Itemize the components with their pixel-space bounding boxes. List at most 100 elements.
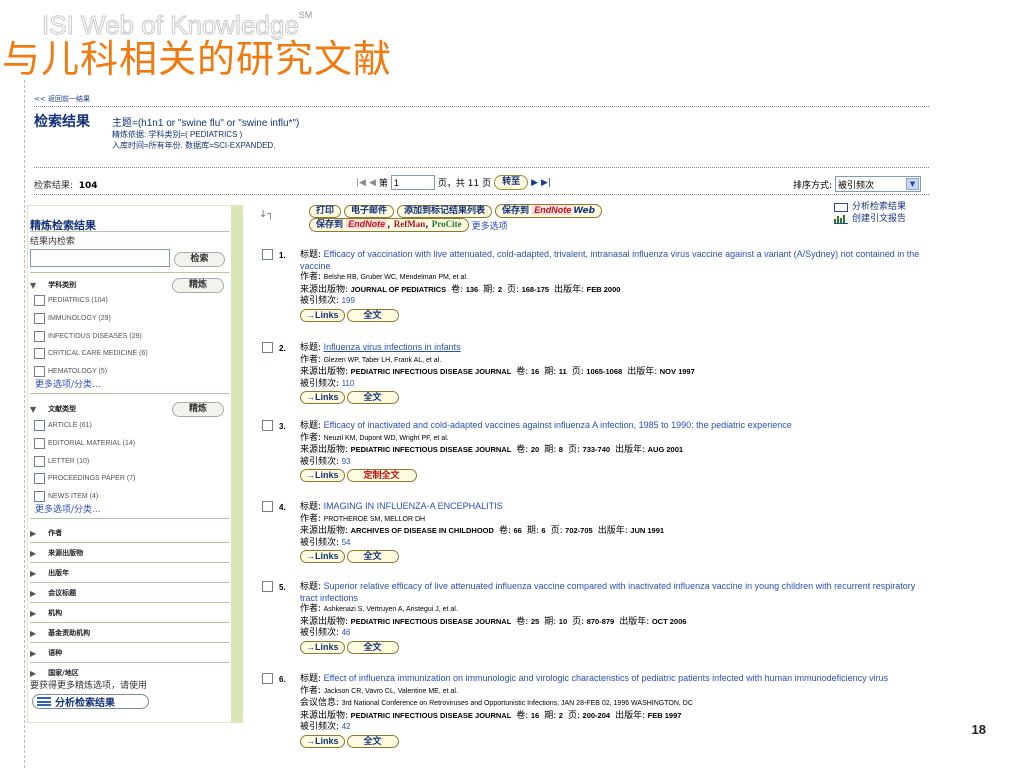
checkbox[interactable]	[34, 473, 45, 484]
citation-report-link[interactable]: 创建引文报告	[834, 213, 906, 225]
record-checkbox[interactable]	[262, 581, 273, 592]
record-title-link[interactable]: Effect of influenza immunization on immu…	[324, 673, 889, 683]
record-title-link[interactable]: Efficacy of inactivated and cold-adapted…	[324, 420, 792, 430]
group-source[interactable]: ▶ 来源出版物	[30, 548, 83, 558]
fulltext-button[interactable]: 全文	[346, 308, 399, 322]
times-cited-link[interactable]: 54	[342, 538, 351, 547]
divider	[30, 393, 230, 394]
fulltext-button[interactable]: 全文	[346, 391, 399, 404]
search-within-label: 结果内检索	[30, 237, 76, 247]
checkbox[interactable]	[34, 491, 45, 502]
checkbox[interactable]	[34, 313, 45, 324]
refine-category-button[interactable]: 精炼	[172, 278, 224, 293]
more-output-options-link[interactable]: 更多选项	[472, 219, 508, 232]
page-number-input[interactable]	[390, 175, 435, 190]
more-options-link[interactable]: 更多选项/分类...	[35, 377, 101, 390]
divider	[30, 542, 230, 543]
fulltext-button[interactable]: 全文	[346, 550, 399, 563]
custom-fulltext-button[interactable]: 定制全文	[346, 469, 417, 482]
sidebar-edge	[231, 205, 243, 723]
triangle-down-icon: ▼	[30, 280, 37, 290]
output-toolbar-row1: 打印 电子邮件 添加到标记结果列表 保存到 EndNote Web	[309, 204, 603, 218]
checkbox[interactable]	[34, 331, 45, 342]
analyze-results-link[interactable]: 分析检索结果	[834, 201, 906, 213]
group-funding[interactable]: ▶ 基金资助机构	[30, 628, 90, 638]
links-button[interactable]: →Links	[300, 469, 345, 482]
slide-number: 18	[971, 722, 986, 737]
times-cited-link[interactable]: 46	[342, 628, 351, 637]
record-checkbox[interactable]	[262, 249, 273, 260]
group-year[interactable]: ▶ 出版年	[30, 568, 69, 578]
goto-button[interactable]: 转至	[494, 175, 529, 190]
times-cited-link[interactable]: 93	[342, 457, 351, 466]
facet-item[interactable]: LETTER (10)	[34, 456, 89, 467]
triangle-right-icon: ▶	[30, 628, 37, 638]
checkbox[interactable]	[34, 348, 45, 359]
next-page-icon[interactable]: ▶	[531, 178, 538, 188]
search-within-button[interactable]: 检索	[174, 252, 225, 267]
checkbox[interactable]	[34, 366, 45, 377]
group-country[interactable]: ▶ 国家/地区	[30, 668, 79, 678]
facet-item[interactable]: ARTICLE (61)	[34, 420, 92, 431]
facet-item[interactable]: NEWS ITEM (4)	[34, 491, 98, 502]
select-arrow-icon[interactable]: ↓┐	[259, 209, 273, 220]
record-title-link[interactable]: IMAGING IN INFLUENZA-A ENCEPHALITIS	[324, 501, 503, 511]
refine-doctype-button[interactable]: 精炼	[172, 402, 224, 417]
facet-item[interactable]: PROCEEDINGS PAPER (7)	[34, 473, 135, 484]
back-link[interactable]: << 返回前一结果	[34, 94, 90, 104]
record-title-link[interactable]: Influenza virus infections in infants	[324, 342, 461, 352]
facet-item[interactable]: HEMATOLOGY (5)	[34, 366, 107, 377]
refine-hint: 要获得更多精炼选项，请使用	[30, 681, 148, 691]
links-button[interactable]: →Links	[300, 734, 345, 748]
checkbox[interactable]	[34, 456, 45, 467]
group-category[interactable]: ▼ 学科类别	[30, 280, 76, 290]
facet-item[interactable]: PEDIATRICS (104)	[34, 295, 108, 306]
facet-item[interactable]: EDITORIAL MATERIAL (14)	[34, 438, 135, 449]
facet-item[interactable]: IMMUNOLOGY (29)	[34, 313, 111, 324]
triangle-right-icon: ▶	[30, 568, 37, 578]
links-button[interactable]: →Links	[300, 550, 345, 563]
record-checkbox[interactable]	[262, 673, 273, 684]
times-cited-link[interactable]: 42	[342, 722, 351, 731]
checkbox[interactable]	[34, 420, 45, 431]
record-title-link[interactable]: Superior relative efficacy of live atten…	[300, 581, 915, 603]
divider	[30, 231, 230, 232]
record-item: 5. 标题: Superior relative efficacy of liv…	[262, 581, 924, 654]
links-button[interactable]: →Links	[300, 391, 345, 404]
record-checkbox[interactable]	[262, 342, 273, 353]
record-checkbox[interactable]	[262, 501, 273, 512]
search-within-input[interactable]	[30, 249, 170, 267]
group-conference[interactable]: ▶ 会议标题	[30, 588, 76, 598]
checkbox[interactable]	[34, 438, 45, 449]
facet-item[interactable]: INFECTIOUS DISEASES (29)	[34, 331, 142, 342]
save-endnote-web-button[interactable]: 保存到 EndNote Web	[495, 204, 603, 218]
record-checkbox[interactable]	[262, 420, 273, 431]
checkbox[interactable]	[34, 295, 45, 306]
triangle-down-icon: ▼	[30, 404, 37, 414]
divider	[34, 167, 929, 168]
times-cited-link[interactable]: 110	[342, 379, 355, 388]
sort-select[interactable]: 被引频次 ▼	[835, 176, 922, 192]
first-page-icon[interactable]: |◀	[356, 178, 366, 188]
fulltext-button[interactable]: 全文	[346, 734, 399, 748]
record-title-link[interactable]: Efficacy of vaccination with live attenu…	[300, 249, 919, 271]
facet-item[interactable]: CRITICAL CARE MEDICINE (6)	[34, 348, 148, 359]
divider	[30, 662, 230, 663]
fulltext-button[interactable]: 全文	[346, 640, 399, 654]
group-doctype[interactable]: ▼ 文献类型	[30, 404, 76, 414]
add-marked-list-button[interactable]: 添加到标记结果列表	[397, 204, 493, 218]
bar-chart-icon	[834, 214, 848, 224]
group-language[interactable]: ▶ 语种	[30, 648, 62, 658]
group-institution[interactable]: ▶ 机构	[30, 608, 62, 618]
email-button[interactable]: 电子邮件	[344, 204, 395, 218]
print-button[interactable]: 打印	[309, 204, 342, 218]
times-cited-link[interactable]: 199	[342, 296, 355, 305]
links-button[interactable]: →Links	[300, 308, 345, 322]
more-options-link[interactable]: 更多选项/分类...	[35, 502, 101, 515]
analyze-results-button[interactable]: 分析检索结果	[32, 694, 149, 709]
prev-page-icon[interactable]: ◀	[369, 178, 376, 188]
group-author[interactable]: ▶ 作者	[30, 528, 62, 538]
last-page-icon[interactable]: ▶|	[541, 178, 551, 188]
links-button[interactable]: →Links	[300, 640, 345, 654]
save-endnote-refman-procite-button[interactable]: 保存到 EndNote, RefMan, ProCite	[309, 218, 469, 232]
